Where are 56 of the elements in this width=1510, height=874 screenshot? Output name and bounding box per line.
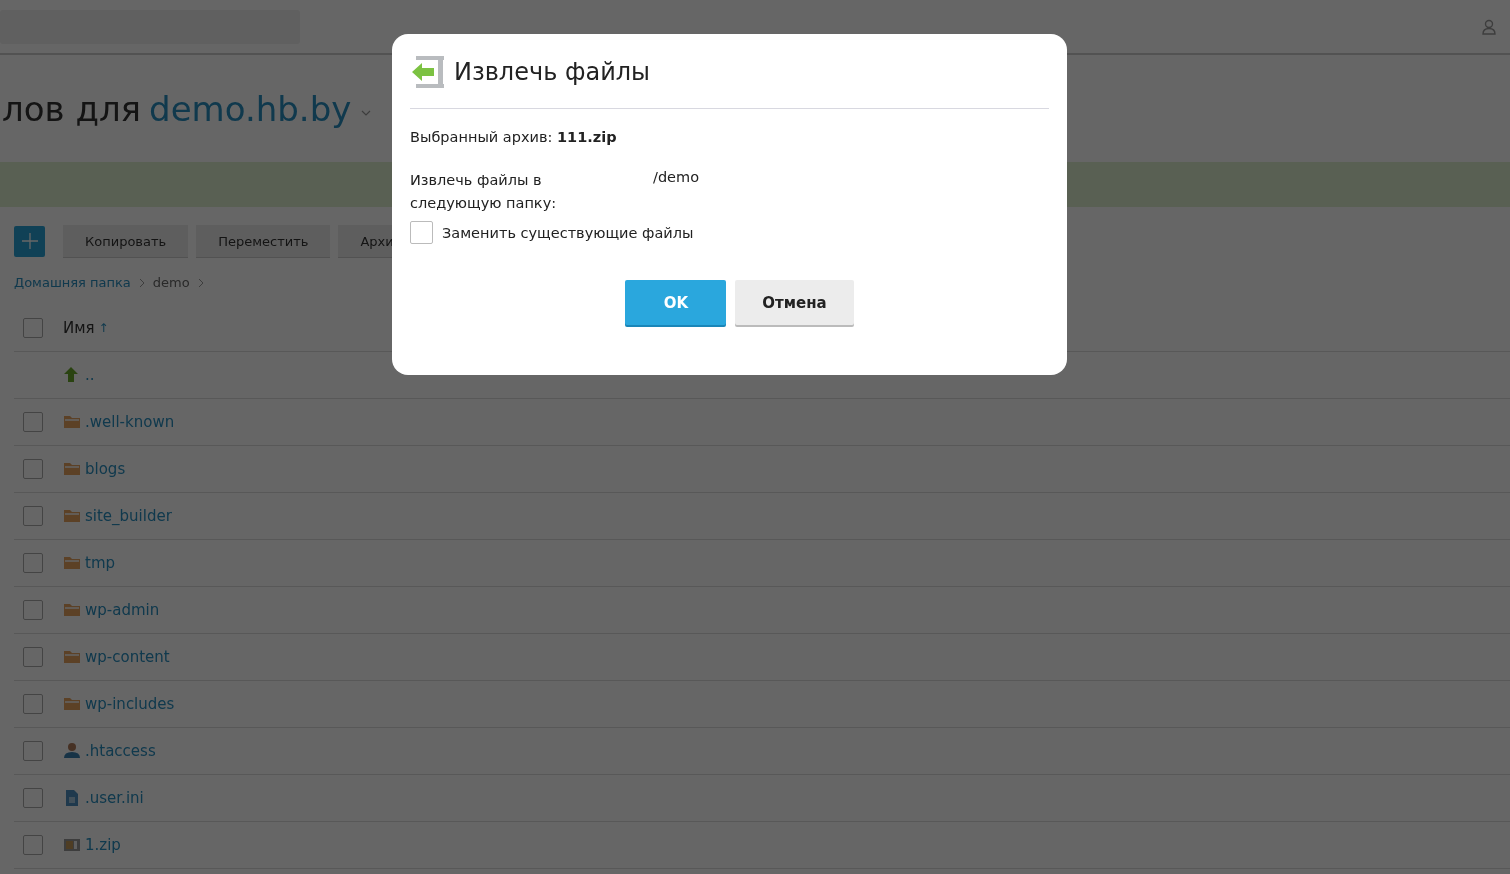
plus-icon — [20, 232, 39, 250]
extract-icon — [410, 54, 446, 90]
file-name-link[interactable]: .htaccess — [85, 742, 156, 760]
checkbox[interactable] — [23, 600, 43, 620]
checkbox[interactable] — [23, 506, 43, 526]
domain-link[interactable]: demo.hb.by — [149, 88, 352, 129]
toolbar-button[interactable]: Копировать — [63, 225, 189, 257]
breadcrumb-item[interactable]: demo — [152, 275, 190, 290]
checkbox[interactable] — [23, 788, 43, 808]
folder-path: /demo — [653, 169, 699, 187]
page-title: лов для — [2, 88, 142, 129]
chevron-right-icon — [138, 277, 145, 288]
file-name-link[interactable]: 1.zip — [85, 836, 121, 854]
ok-button[interactable]: OK — [625, 280, 727, 325]
file-name-link[interactable]: .user.ini — [85, 789, 144, 807]
chevron-right-icon — [197, 277, 204, 288]
checkbox[interactable] — [23, 412, 43, 432]
file-name-link[interactable]: tmp — [85, 554, 115, 572]
cancel-button[interactable]: Отмена — [735, 280, 854, 325]
person-icon — [63, 742, 81, 760]
folder-icon — [63, 460, 81, 478]
folder-icon — [63, 413, 81, 431]
dialog-title: Извлечь файлы — [454, 58, 651, 86]
checkbox-label[interactable]: Заменить существующие файлы — [442, 224, 694, 241]
checkbox[interactable] — [23, 459, 43, 479]
add-button[interactable] — [14, 225, 45, 257]
checkbox[interactable] — [23, 553, 43, 573]
field-label: Извлечь файлы в следующую папку: — [410, 171, 558, 213]
file-name-link[interactable]: .. — [85, 366, 95, 384]
up-arrow-icon — [63, 366, 81, 384]
archive-icon — [63, 836, 81, 854]
file-name-link[interactable]: wp-admin — [85, 601, 160, 619]
file-name-link[interactable]: blogs — [85, 460, 126, 478]
file-name-link[interactable]: wp-includes — [85, 695, 175, 713]
checkbox[interactable] — [23, 835, 43, 855]
checkbox[interactable] — [23, 647, 43, 667]
checkbox[interactable] — [23, 741, 43, 761]
folder-icon — [63, 507, 81, 525]
toolbar-button[interactable]: Переместить — [196, 225, 331, 257]
sort-arrow: ↑ — [98, 320, 109, 335]
file-name-link[interactable]: .well-known — [85, 413, 175, 431]
checkbox[interactable] — [23, 694, 43, 714]
chevron-down-icon — [361, 109, 372, 116]
breadcrumb-item[interactable]: Домашняя папка — [14, 275, 131, 290]
folder-icon — [63, 648, 81, 666]
document-icon — [63, 789, 81, 807]
user-icon — [1482, 18, 1496, 35]
checkbox[interactable] — [23, 317, 43, 338]
file-name-link[interactable]: site_builder — [85, 507, 172, 525]
folder-icon — [63, 695, 81, 713]
column-header[interactable]: Имя — [63, 318, 95, 337]
file-name-link[interactable]: wp-content — [85, 648, 170, 666]
selected-archive-text: Выбранный архив: 111.zip — [410, 129, 618, 145]
folder-icon — [63, 554, 81, 572]
folder-icon — [63, 601, 81, 619]
checkbox[interactable] — [410, 221, 433, 244]
